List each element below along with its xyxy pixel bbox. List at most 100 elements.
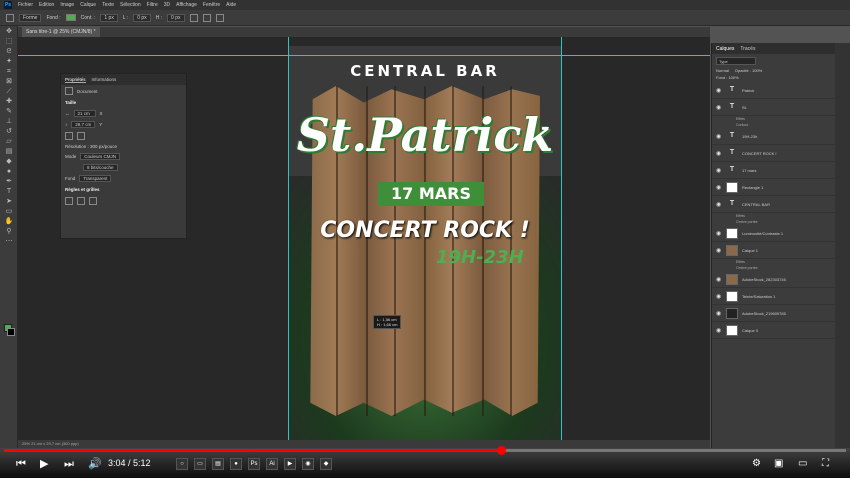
visibility-eye-icon[interactable]: ◉ [716, 87, 722, 94]
eraser-tool-icon[interactable]: ▱ [4, 138, 14, 146]
frame-tool-icon[interactable]: ⊠ [4, 78, 14, 86]
visibility-eye-icon[interactable]: ◉ [716, 184, 722, 191]
fullscreen-icon[interactable]: ⛶ [822, 456, 829, 472]
bits-select[interactable]: 8 bits/couche [83, 164, 118, 171]
next-icon[interactable]: ⏭ [64, 456, 74, 472]
layer-row[interactable]: ◉ Teinte/Saturation 1 [712, 288, 850, 305]
arrange-icon[interactable] [202, 13, 211, 22]
landscape-icon[interactable] [77, 132, 85, 140]
app-icon[interactable]: ● [230, 458, 242, 470]
background-select[interactable]: Transparent [79, 175, 112, 182]
marquee-tool-icon[interactable]: ⬚ [4, 38, 14, 46]
previous-icon[interactable]: ⏮ [16, 456, 26, 472]
visibility-eye-icon[interactable]: ◉ [716, 293, 722, 300]
layer-row[interactable]: ◉ Calque 0 [712, 322, 850, 339]
visibility-eye-icon[interactable]: ◉ [716, 150, 722, 157]
illustrator-task-icon[interactable]: Ai [266, 458, 278, 470]
menu-layer[interactable]: Calque [80, 2, 96, 8]
explorer-icon[interactable]: ▤ [212, 458, 224, 470]
visibility-eye-icon[interactable]: ◉ [716, 104, 722, 111]
poster-document[interactable]: CENTRAL BAR St.Patrick 17 MARS CONCERT R… [288, 46, 562, 440]
type-tool-icon[interactable]: T [4, 188, 14, 196]
move-tool-icon[interactable]: ✥ [4, 28, 14, 36]
video-scrubber-knob[interactable] [496, 446, 506, 455]
align-icon[interactable] [189, 13, 198, 22]
layer-filter-select[interactable]: Type [716, 57, 756, 65]
guide-vertical[interactable] [561, 37, 562, 448]
tab-paths[interactable]: Tracés [740, 46, 755, 52]
menu-3d[interactable]: 3D [164, 2, 170, 8]
zoom-tool-icon[interactable]: ⚲ [4, 228, 14, 236]
doc-width-input[interactable]: 21 cm [73, 110, 96, 117]
tab-info[interactable]: Informations [92, 77, 117, 82]
layer-row[interactable]: ◉ Rectangle 1 [712, 179, 850, 196]
layer-row[interactable]: ◉ T 17 mars [712, 162, 850, 179]
visibility-eye-icon[interactable]: ◉ [716, 133, 722, 140]
visibility-eye-icon[interactable]: ◉ [716, 167, 722, 174]
document-tab[interactable]: Sans titre-1 @ 25% (CMJN/8) * [22, 27, 100, 37]
crop-tool-icon[interactable]: ⌗ [4, 68, 14, 76]
background-color-swatch[interactable] [7, 328, 15, 336]
guide-vertical[interactable] [288, 37, 289, 448]
app-icon[interactable]: ◆ [320, 458, 332, 470]
menu-window[interactable]: Fenêtre [203, 2, 220, 8]
menu-file[interactable]: Fichier [18, 2, 33, 8]
doc-height-input[interactable]: 29,7 cm [71, 121, 96, 128]
rectangle-tool-icon[interactable]: ▭ [4, 208, 14, 216]
visibility-eye-icon[interactable]: ◉ [716, 201, 722, 208]
mode-select[interactable]: Couleurs CMJN [80, 153, 121, 160]
history-brush-tool-icon[interactable]: ↺ [4, 128, 14, 136]
tab-properties[interactable]: Propriétés [65, 77, 86, 83]
stroke-size-input[interactable]: 1 px [100, 13, 118, 22]
path-selection-tool-icon[interactable]: ➤ [4, 198, 14, 206]
pen-tool-icon[interactable]: ✒ [4, 178, 14, 186]
guides-icon[interactable] [89, 197, 97, 205]
theater-icon[interactable]: ▭ [798, 456, 807, 472]
shape-tool-icon[interactable] [6, 13, 14, 22]
app-icon[interactable]: ▶ [284, 458, 296, 470]
blur-tool-icon[interactable]: ◆ [4, 158, 14, 166]
portrait-icon[interactable] [65, 132, 73, 140]
layer-row[interactable]: ◉TPatrickfx [712, 82, 850, 99]
fill-color-swatch[interactable] [65, 14, 76, 21]
stamp-tool-icon[interactable]: ⊥ [4, 118, 14, 126]
layer-row[interactable]: ◉TCENTRAL BARfx [712, 196, 850, 213]
layer-row[interactable]: ◉ Luminosité/Contraste 1 [712, 225, 850, 242]
gear-icon[interactable] [215, 13, 224, 22]
chrome-icon[interactable]: ◉ [302, 458, 314, 470]
brush-tool-icon[interactable]: ✎ [4, 108, 14, 116]
grid-section-title[interactable]: Règles et grilles [61, 184, 186, 195]
visibility-eye-icon[interactable]: ◉ [716, 276, 722, 283]
visibility-eye-icon[interactable]: ◉ [716, 230, 722, 237]
guide-horizontal[interactable] [18, 55, 710, 56]
shape-mode-select[interactable]: Forme [19, 13, 42, 22]
height-input[interactable]: 0 px [167, 13, 185, 22]
menu-help[interactable]: Aide [226, 2, 236, 8]
visibility-eye-icon[interactable]: ◉ [716, 247, 722, 254]
miniplayer-icon[interactable]: ▣ [774, 456, 783, 472]
video-progress-bar[interactable] [4, 446, 846, 455]
photoshop-task-icon[interactable]: Ps [248, 458, 260, 470]
play-icon[interactable]: ▶ [40, 456, 48, 472]
blend-mode-select[interactable]: Normal [716, 68, 729, 73]
healing-tool-icon[interactable]: ✚ [4, 98, 14, 106]
menu-image[interactable]: Image [60, 2, 74, 8]
menu-select[interactable]: Sélection [120, 2, 141, 8]
layer-row[interactable]: ◉ AdobeStock_219609785 [712, 305, 850, 322]
layer-row[interactable]: ◉T19H-23hfx [712, 128, 850, 145]
settings-icon[interactable]: ⚙ [752, 456, 761, 472]
magic-wand-tool-icon[interactable]: ✦ [4, 58, 14, 66]
layer-row[interactable]: ◉TSt.fx [712, 99, 850, 116]
taskview-icon[interactable]: ▭ [194, 458, 206, 470]
size-section-title[interactable]: Taille [61, 97, 186, 108]
lasso-tool-icon[interactable]: ᘓ [4, 48, 14, 56]
ruler-icon[interactable] [65, 197, 73, 205]
grid-icon[interactable] [77, 197, 85, 205]
visibility-eye-icon[interactable]: ◉ [716, 327, 722, 334]
opacity-field[interactable]: Opacité : 100% [735, 68, 762, 73]
tab-layers[interactable]: Calques [716, 46, 734, 52]
menu-edit[interactable]: Edition [39, 2, 54, 8]
search-icon[interactable]: ○ [176, 458, 188, 470]
layer-row[interactable]: ◉ T CONCERT ROCK ! [712, 145, 850, 162]
eyedropper-tool-icon[interactable]: ⟋ [4, 88, 14, 96]
